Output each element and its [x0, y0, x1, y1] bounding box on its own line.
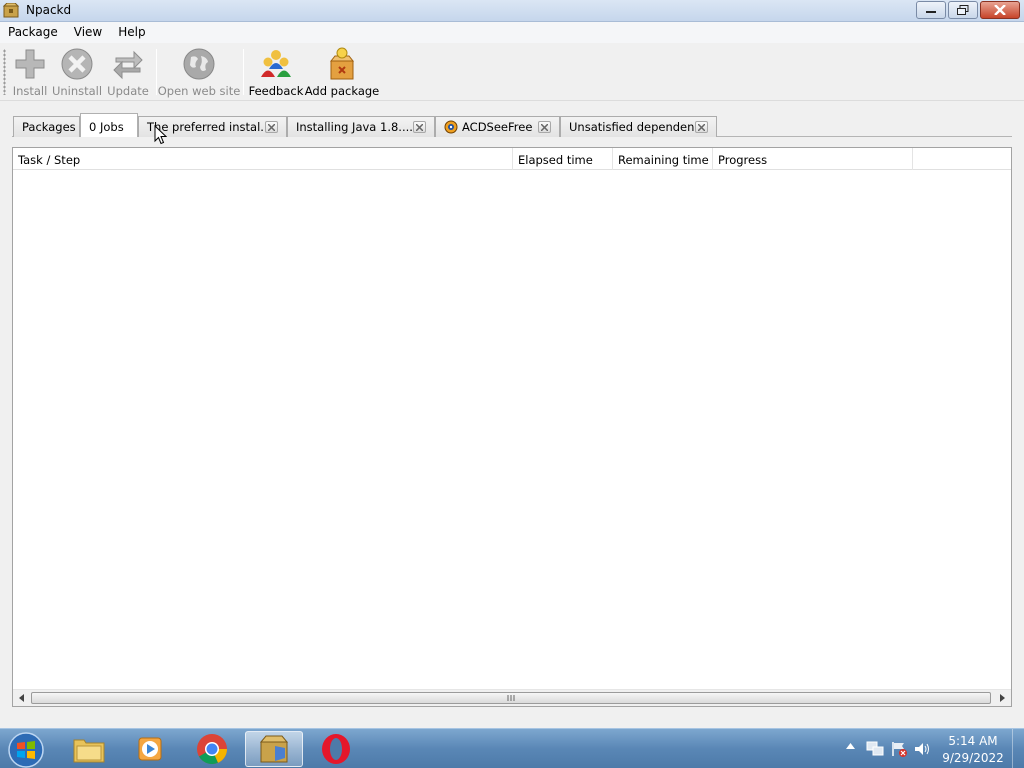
menu-help[interactable]: Help	[110, 22, 153, 43]
volume-icon[interactable]	[913, 741, 931, 757]
restore-icon	[957, 5, 969, 15]
scroll-left-button[interactable]	[13, 690, 30, 706]
update-button[interactable]: Update	[107, 47, 149, 99]
window-title: Npackd	[26, 3, 72, 17]
mouse-cursor-icon	[154, 125, 167, 145]
column-progress[interactable]: Progress	[713, 148, 913, 170]
tab-packages[interactable]: Packages	[13, 116, 80, 137]
toolbar-grip[interactable]	[3, 49, 6, 95]
people-icon	[259, 47, 293, 81]
npackd-app-icon	[3, 3, 19, 18]
taskbar: 5:14 AM 9/29/2022	[0, 728, 1024, 768]
npackd-icon	[259, 735, 289, 763]
add-package-button[interactable]: Add package	[305, 47, 379, 99]
close-icon	[268, 123, 275, 131]
action-center-flag-icon[interactable]	[890, 741, 908, 757]
taskbar-media-player[interactable]	[121, 731, 179, 767]
column-elapsed-time[interactable]: Elapsed time	[513, 148, 613, 170]
package-add-icon	[325, 47, 359, 81]
column-remaining-time[interactable]: Remaining time	[613, 148, 713, 170]
arrow-right-icon	[999, 694, 1005, 702]
close-icon	[994, 5, 1006, 15]
horizontal-scrollbar[interactable]	[13, 689, 1011, 706]
tab-jobs[interactable]: 0 Jobs	[80, 113, 138, 137]
menu-package[interactable]: Package	[0, 22, 66, 43]
taskbar-explorer[interactable]	[60, 731, 118, 767]
globe-icon	[182, 47, 216, 81]
title-bar: Npackd	[0, 0, 1024, 22]
tab-installing-java[interactable]: Installing Java 1.8....	[287, 116, 435, 137]
close-tab-button[interactable]	[413, 121, 426, 133]
remove-icon	[60, 47, 94, 81]
acdsee-icon	[444, 120, 458, 134]
menu-view[interactable]: View	[66, 22, 110, 43]
feedback-button[interactable]: Feedback	[249, 47, 303, 99]
install-button[interactable]: Install	[12, 47, 48, 99]
opera-icon	[322, 734, 350, 764]
column-task-step[interactable]: Task / Step	[13, 148, 513, 170]
taskbar-opera[interactable]	[307, 731, 365, 767]
media-player-icon	[138, 737, 162, 761]
show-hidden-icons-icon[interactable]	[846, 743, 855, 749]
network-icon[interactable]	[866, 741, 884, 757]
grip-icon	[507, 695, 515, 701]
tab-unsatisfied-dependencies[interactable]: Unsatisfied dependen...	[560, 116, 717, 137]
scroll-right-button[interactable]	[994, 690, 1011, 706]
tab-acdseefree[interactable]: ACDSeeFree	[435, 116, 560, 137]
close-tab-button[interactable]	[695, 121, 708, 133]
explorer-icon	[73, 739, 105, 763]
table-header: Task / Step Elapsed time Remaining time …	[13, 148, 1011, 170]
menu-bar: Package View Help	[0, 22, 1024, 43]
close-icon	[541, 123, 548, 131]
open-web-site-button[interactable]: Open web site	[158, 47, 240, 99]
chrome-icon	[197, 734, 228, 765]
clock-date: 9/29/2022	[942, 751, 1004, 765]
close-tab-button[interactable]	[265, 121, 278, 133]
toolbar-separator	[243, 49, 244, 95]
system-clock[interactable]: 5:14 AM 9/29/2022	[938, 733, 1008, 767]
start-button[interactable]	[6, 731, 46, 768]
close-tab-button[interactable]	[538, 121, 551, 133]
jobs-table[interactable]: Task / Step Elapsed time Remaining time …	[12, 147, 1012, 707]
taskbar-npackd[interactable]	[245, 731, 303, 767]
close-button[interactable]	[980, 1, 1020, 19]
plus-icon	[13, 47, 47, 81]
minimize-icon	[926, 11, 936, 13]
minimize-button[interactable]	[916, 1, 946, 19]
arrow-left-icon	[18, 694, 24, 702]
show-desktop-button[interactable]	[1012, 729, 1024, 768]
clock-time: 5:14 AM	[948, 734, 998, 748]
toolbar: Install Uninstall Update Open web site F…	[0, 43, 1024, 101]
update-arrows-icon	[111, 47, 145, 81]
close-icon	[416, 123, 423, 131]
close-icon	[698, 123, 705, 131]
scrollbar-thumb[interactable]	[31, 692, 991, 704]
taskbar-chrome[interactable]	[183, 731, 241, 767]
uninstall-button[interactable]: Uninstall	[52, 47, 102, 99]
restore-button[interactable]	[948, 1, 978, 19]
